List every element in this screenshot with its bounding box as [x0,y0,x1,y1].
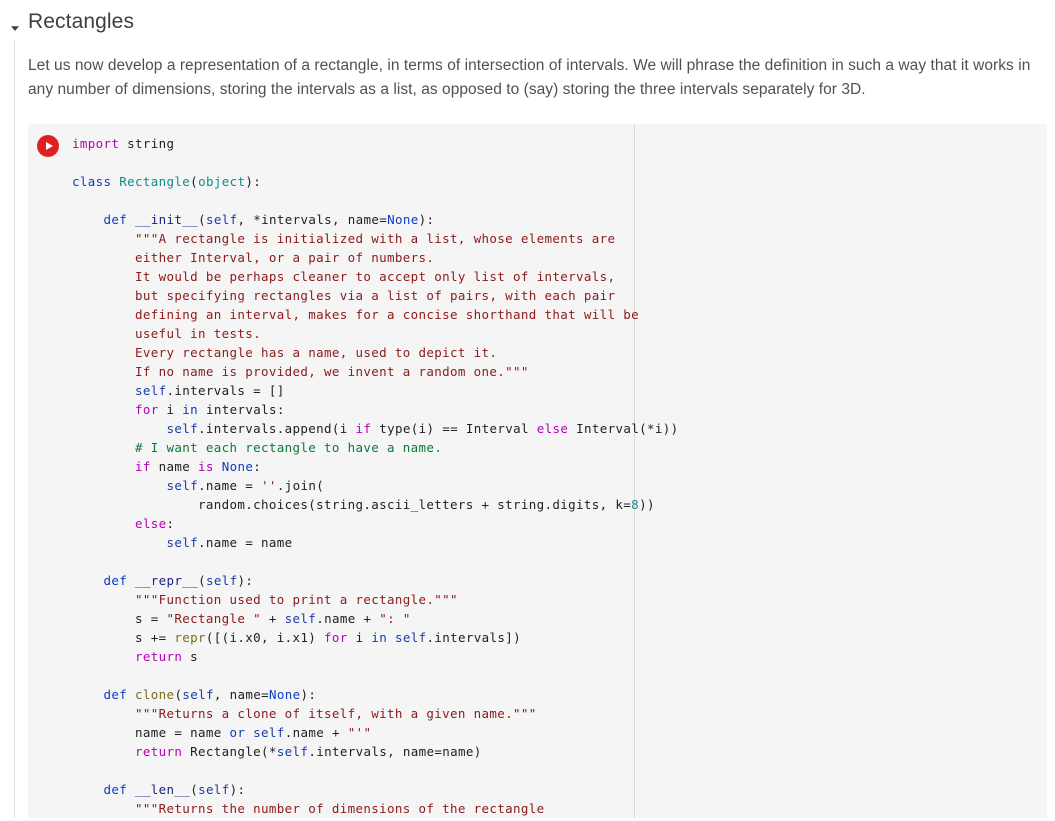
code-line: """Returns a clone of itself, with a giv… [72,706,537,721]
code-line: self.intervals.append(i if type(i) == In… [166,421,679,436]
code-line: """A rectangle is initialized with a lis… [72,231,616,246]
code-line: self.intervals = [] [135,383,285,398]
notebook-section: Rectangles Let us now develop a represen… [0,8,1055,818]
code-line: def __len__(self): [103,782,246,797]
page-title: Rectangles [28,10,135,33]
code-line: class Rectangle(object): [72,174,262,189]
code-line: def clone(self, name=None): [103,687,317,702]
code-line: # I want each rectangle to have a name. [72,440,443,455]
code-line: def __repr__(self): [103,573,254,588]
code-line: """Returns the number of dimensions of t… [72,801,545,816]
code-line: s += repr([(i.x0, i.x1) for i in self.in… [72,630,522,645]
code-line: name = name or self.name + "'" [72,725,372,740]
code-editor[interactable]: import string class Rectangle(object): d… [28,124,1047,818]
code-line: It would be perhaps cleaner to accept on… [72,269,616,284]
code-line: but specifying rectangles via a list of … [72,288,616,303]
code-line: def __init__(self, *intervals, name=None… [103,212,435,227]
triangle-down-icon[interactable] [9,22,21,34]
code-line: """Function used to print a rectangle.""… [72,592,458,607]
code-line: If no name is provided, we invent a rand… [72,364,529,379]
code-line: random.choices(string.ascii_letters + st… [72,497,655,512]
code-line: return s [135,649,199,664]
code-cell[interactable]: import string class Rectangle(object): d… [28,124,1047,818]
section-rail [14,40,15,818]
code-line: return Rectangle(*self.intervals, name=n… [135,744,482,759]
code-line: self.name = ''.join( [166,478,325,493]
code-line: either Interval, or a pair of numbers. [72,250,435,265]
code-line: for i in intervals: [135,402,285,417]
code-line: useful in tests. [72,326,262,341]
code-line: else: [135,516,175,531]
code-line: self.name = name [166,535,293,550]
code-line: import string [72,136,175,151]
code-line: s = "Rectangle " + self.name + ": " [72,611,411,626]
code-line: Every rectangle has a name, used to depi… [72,345,498,360]
code-line: defining an interval, makes for a concis… [72,307,640,322]
section-paragraph: Let us now develop a representation of a… [28,57,1031,98]
code-line: if name is None: [135,459,262,474]
